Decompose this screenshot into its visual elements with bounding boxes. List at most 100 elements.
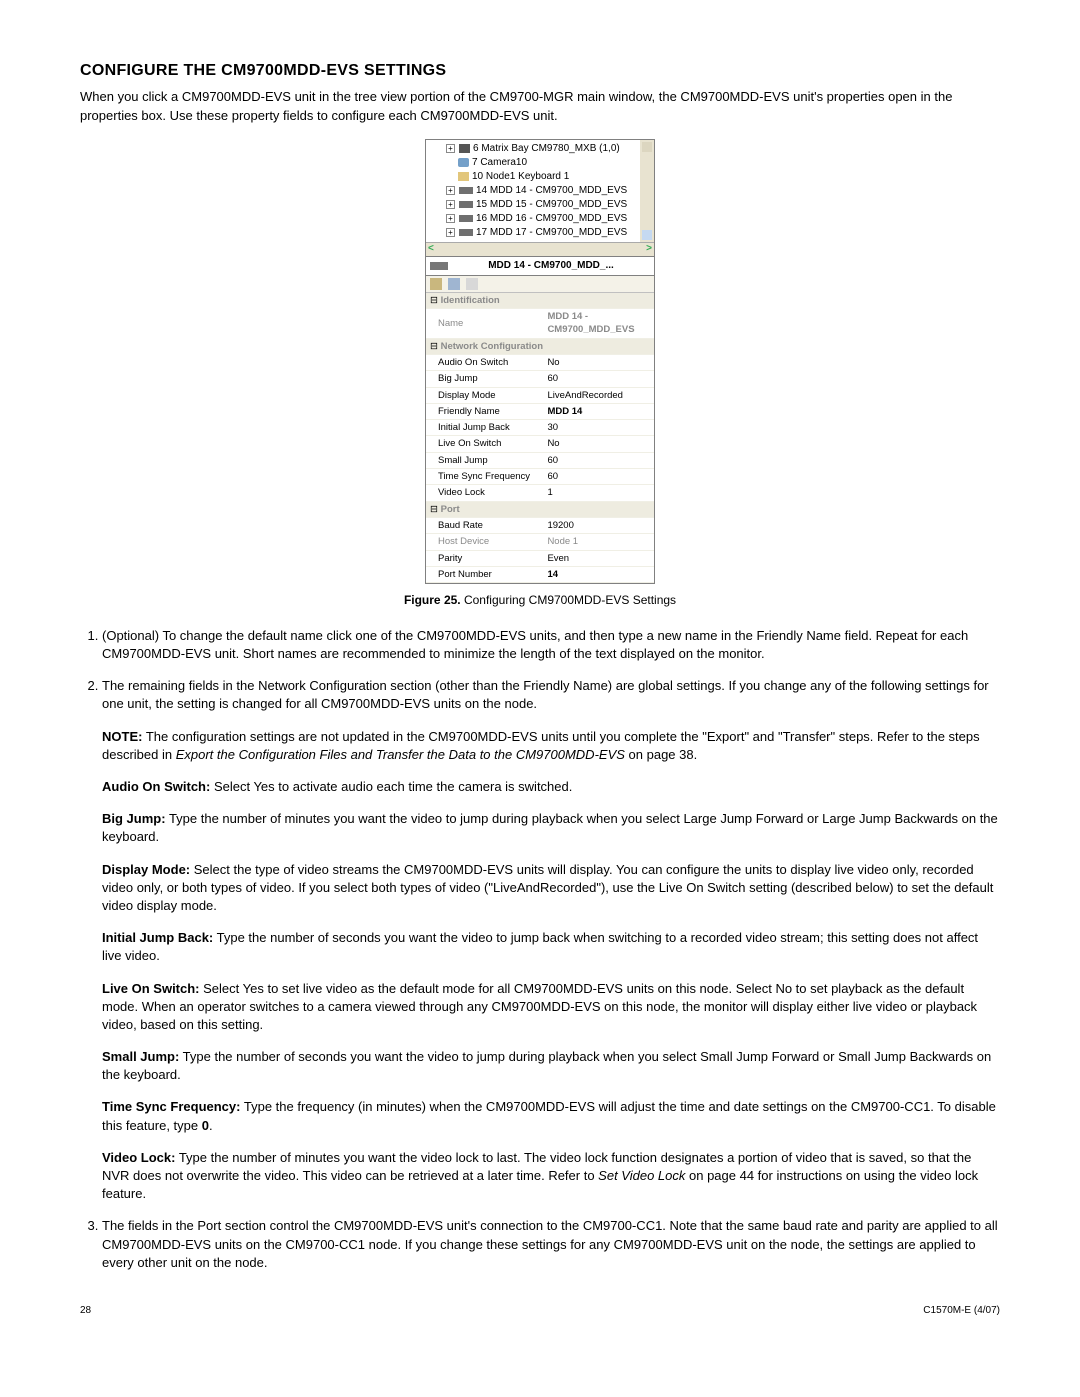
tree-item[interactable]: +16 MDD 16 - CM9700_MDD_EVS [446,212,636,226]
step-3: The fields in the Port section control t… [102,1217,1000,1272]
doc-id: C1570M-E (4/07) [923,1304,1000,1318]
tree-item-label: 6 Matrix Bay CM9780_MXB (1,0) [473,142,620,156]
prop-key: Display Mode [426,387,535,403]
prop-section-header[interactable]: Identification [426,293,654,309]
prop-row[interactable]: Display ModeLiveAndRecorded [426,387,654,403]
prop-row[interactable]: Initial Jump Back30 [426,420,654,436]
prop-row[interactable]: Small Jump60 [426,452,654,468]
prop-value[interactable]: No [535,354,654,370]
prop-key: Small Jump [426,452,535,468]
tree-item-label: 16 MDD 16 - CM9700_MDD_EVS [476,212,627,226]
prop-row[interactable]: ParityEven [426,550,654,566]
tree-item-label: 7 Camera10 [472,156,527,170]
tree-item-label: 17 MDD 17 - CM9700_MDD_EVS [476,226,627,240]
prop-value[interactable]: 30 [535,420,654,436]
mdd-icon [430,262,448,270]
prop-row[interactable]: Port Number14 [426,566,654,582]
prop-key: Host Device [426,534,535,550]
expand-icon[interactable]: + [446,228,455,237]
initial-jump-back-desc: Initial Jump Back: Type the number of se… [102,929,1000,965]
tree-node-icon [459,215,473,222]
prop-section-header[interactable]: Port [426,501,654,517]
prop-row[interactable]: Live On SwitchNo [426,436,654,452]
prop-value[interactable]: 60 [535,452,654,468]
page-footer: 28 C1570M-E (4/07) [80,1304,1000,1318]
scroll-left-icon[interactable]: < [428,242,434,256]
prop-key: Live On Switch [426,436,535,452]
big-jump-desc: Big Jump: Type the number of minutes you… [102,810,1000,846]
step-1: (Optional) To change the default name cl… [102,627,1000,663]
tree-node-icon [459,144,470,153]
step-2: The remaining fields in the Network Conf… [102,677,1000,1203]
video-lock-desc: Video Lock: Type the number of minutes y… [102,1149,1000,1204]
prop-value[interactable]: 1 [535,485,654,501]
expand-icon[interactable]: + [446,186,455,195]
tree-view: +6 Matrix Bay CM9780_MXB (1,0)7 Camera10… [426,140,654,256]
tree-item[interactable]: +6 Matrix Bay CM9780_MXB (1,0) [446,142,636,156]
tree-item[interactable]: +14 MDD 14 - CM9700_MDD_EVS [446,184,636,198]
tree-item[interactable]: +17 MDD 17 - CM9700_MDD_EVS [446,226,636,240]
step-2-intro: The remaining fields in the Network Conf… [102,678,989,711]
display-mode-desc: Display Mode: Select the type of video s… [102,861,1000,916]
time-sync-desc: Time Sync Frequency: Type the frequency … [102,1098,1000,1134]
panel-title-text: MDD 14 - CM9700_MDD_... [452,259,650,273]
prop-key: Name [426,309,535,339]
settings-screenshot: +6 Matrix Bay CM9780_MXB (1,0)7 Camera10… [425,139,655,584]
page-heading: CONFIGURE THE CM9700MDD-EVS SETTINGS [80,60,1000,82]
prop-row[interactable]: NameMDD 14 - CM9700_MDD_EVS [426,309,654,339]
tree-item-label: 10 Node1 Keyboard 1 [472,170,569,184]
tree-node-icon [458,172,469,181]
prop-row[interactable]: Baud Rate19200 [426,517,654,533]
prop-section-header[interactable]: Network Configuration [426,338,654,354]
tree-item[interactable]: 10 Node1 Keyboard 1 [446,170,636,184]
categorized-icon[interactable] [430,278,442,290]
prop-value[interactable]: MDD 14 - CM9700_MDD_EVS [535,309,654,339]
prop-row[interactable]: Video Lock1 [426,485,654,501]
prop-value[interactable]: MDD 14 [535,403,654,419]
prop-value[interactable]: Even [535,550,654,566]
properties-grid: IdentificationNameMDD 14 - CM9700_MDD_EV… [426,293,654,583]
prop-value[interactable]: 60 [535,469,654,485]
prop-key: Video Lock [426,485,535,501]
figure-caption: Figure 25. Configuring CM9700MDD-EVS Set… [80,592,1000,609]
scroll-right-icon[interactable]: > [646,242,652,256]
tree-node-icon [458,158,469,167]
prop-value[interactable]: Node 1 [535,534,654,550]
expand-icon[interactable]: + [446,144,455,153]
prop-value[interactable]: LiveAndRecorded [535,387,654,403]
tree-item-label: 15 MDD 15 - CM9700_MDD_EVS [476,198,627,212]
tree-node-icon [459,187,473,194]
expand-icon[interactable]: + [446,200,455,209]
prop-key: Big Jump [426,371,535,387]
prop-row[interactable]: Host DeviceNode 1 [426,534,654,550]
props-toolbar [426,276,654,293]
tree-item[interactable]: +15 MDD 15 - CM9700_MDD_EVS [446,198,636,212]
sort-icon[interactable] [448,278,460,290]
prop-key: Port Number [426,566,535,582]
panel-title: MDD 14 - CM9700_MDD_... [426,256,654,276]
prop-key: Time Sync Frequency [426,469,535,485]
audio-on-switch-desc: Audio On Switch: Select Yes to activate … [102,778,1000,796]
prop-row[interactable]: Time Sync Frequency60 [426,469,654,485]
prop-key: Friendly Name [426,403,535,419]
tree-node-icon [459,201,473,208]
prop-row[interactable]: Audio On SwitchNo [426,354,654,370]
tree-node-icon [459,229,473,236]
prop-value[interactable]: 19200 [535,517,654,533]
prop-key: Parity [426,550,535,566]
live-on-switch-desc: Live On Switch: Select Yes to set live v… [102,980,1000,1035]
prop-row[interactable]: Big Jump60 [426,371,654,387]
prop-row[interactable]: Friendly NameMDD 14 [426,403,654,419]
prop-value[interactable]: No [535,436,654,452]
intro-paragraph: When you click a CM9700MDD-EVS unit in t… [80,88,1000,124]
small-jump-desc: Small Jump: Type the number of seconds y… [102,1048,1000,1084]
prop-value[interactable]: 14 [535,566,654,582]
tree-h-scrollbar[interactable]: < > [426,242,654,256]
tree-item[interactable]: 7 Camera10 [446,156,636,170]
step-2-note: NOTE: The configuration settings are not… [102,728,1000,764]
prop-value[interactable]: 60 [535,371,654,387]
prop-key: Baud Rate [426,517,535,533]
tree-item-label: 14 MDD 14 - CM9700_MDD_EVS [476,184,627,198]
props-icon[interactable] [466,278,478,290]
expand-icon[interactable]: + [446,214,455,223]
